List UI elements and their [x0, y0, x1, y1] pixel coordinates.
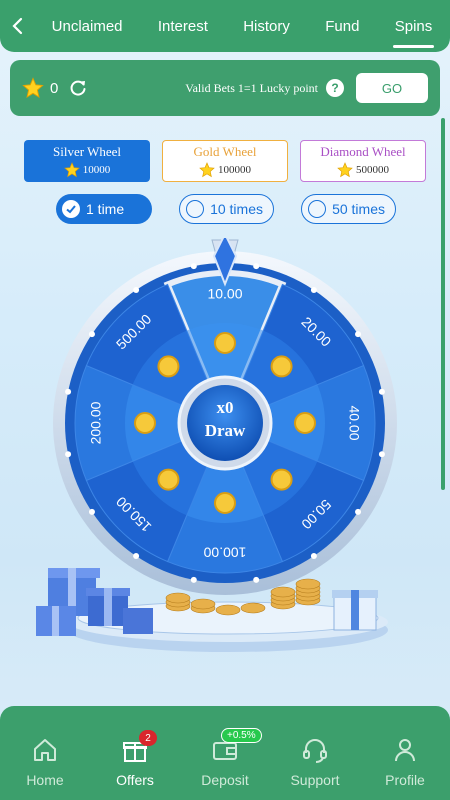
coin-icon [270, 468, 293, 491]
tab-spins[interactable]: Spins [389, 0, 439, 52]
headset-icon [303, 739, 327, 763]
wheel-stud [378, 388, 385, 395]
star-icon [337, 162, 353, 178]
tab-fund[interactable]: Fund [319, 0, 365, 52]
deposit-bonus-badge: +0.5% [221, 728, 262, 743]
coin-icon [157, 355, 180, 378]
coin-icon [214, 492, 236, 514]
draw-label: Draw [205, 421, 246, 440]
nav-home[interactable]: Home [5, 736, 85, 788]
back-button[interactable] [0, 0, 34, 52]
valid-bets-text: Valid Bets 1=1 Lucky point [185, 80, 318, 95]
wheel-type-name: Diamond Wheel [320, 144, 406, 159]
wheel-stud [133, 286, 140, 293]
wheel-stud [310, 553, 317, 560]
wheel-type-name: Gold Wheel [193, 144, 257, 159]
tab-history[interactable]: History [237, 0, 296, 52]
wheel-type-cost: 10000 [82, 164, 111, 176]
tab-interest[interactable]: Interest [152, 0, 214, 52]
wheel-segment-label: 100.00 [203, 544, 246, 560]
wheel-stud [355, 508, 362, 515]
wheel-stud [65, 451, 72, 458]
wheel-stud [190, 263, 197, 270]
lucky-points-bar: 0 Valid Bets 1=1 Lucky point ? GO [10, 60, 440, 116]
star-icon [199, 162, 215, 178]
star-icon [63, 162, 80, 178]
silver-wheel-option[interactable]: Silver Wheel 10000 [24, 140, 150, 182]
nav-label: Deposit [201, 772, 249, 788]
spin-50-times-option[interactable]: 50 times [301, 194, 396, 224]
nav-profile[interactable]: Profile [365, 736, 445, 788]
star-icon [22, 77, 44, 98]
wheel-type-cost: 100000 [218, 164, 251, 176]
diamond-wheel-option[interactable]: Diamond Wheel 500000 [300, 140, 426, 182]
wheel-type-name: Silver Wheel [53, 144, 121, 159]
spin-wheel: 10.0020.0040.0050.00100.00150.00200.0050… [53, 238, 397, 595]
wheel-stud [65, 388, 72, 395]
wheel-stud [133, 553, 140, 560]
nav-label: Profile [385, 772, 425, 788]
bottom-nav: Home 2 Offers +0.5% Deposit Support Prof… [0, 706, 450, 800]
spin-1-time-option[interactable]: 1 time [56, 194, 152, 224]
tab-unclaimed[interactable]: Unclaimed [46, 0, 129, 52]
go-button[interactable]: GO [356, 73, 428, 103]
nav-label: Home [26, 772, 64, 788]
wheel-stud [355, 331, 362, 338]
gold-wheel-option[interactable]: Gold Wheel 100000 [162, 140, 288, 182]
coin-icon [157, 468, 180, 491]
wheel-segment-label: 10.00 [207, 286, 242, 302]
top-tab-bar: Unclaimed Interest History Fund Spins [0, 0, 450, 52]
wheel-type-selector: Silver Wheel 10000 Gold Wheel 100000 Dia… [24, 140, 426, 182]
wheel-type-cost: 500000 [356, 164, 389, 176]
nav-label: Support [290, 772, 340, 788]
help-icon[interactable]: ? [326, 79, 344, 97]
wheel-stud [253, 263, 260, 270]
draw-button[interactable]: x0 Draw [177, 375, 273, 471]
wheel-segment-label: 40.00 [346, 405, 362, 440]
home-icon [34, 739, 56, 761]
check-icon [62, 200, 80, 218]
nav-label: Offers [116, 772, 154, 788]
draw-count: x0 [217, 398, 234, 417]
spin-times-label: 10 times [210, 201, 263, 217]
radio-icon [186, 200, 205, 218]
coin-icon [294, 412, 316, 434]
nav-offers[interactable]: 2 Offers [95, 730, 175, 788]
chevron-left-icon [12, 17, 23, 35]
wheel-segment-label: 200.00 [88, 401, 104, 444]
refresh-icon[interactable] [68, 78, 88, 98]
radio-icon [308, 200, 327, 218]
wheel-stud [310, 286, 317, 293]
user-icon [395, 739, 415, 762]
nav-support[interactable]: Support [275, 736, 355, 788]
nav-deposit[interactable]: +0.5% Deposit [185, 728, 265, 788]
spin-times-label: 50 times [332, 201, 385, 217]
spin-times-selector: 1 time 10 times 50 times [56, 194, 396, 224]
lucky-points-count: 0 [50, 79, 59, 97]
wheel-stud [378, 451, 385, 458]
wheel-stud [253, 576, 260, 583]
offers-badge: 2 [139, 730, 157, 746]
wheel-stud [190, 576, 197, 583]
spin-times-label: 1 time [86, 201, 125, 217]
coin-icon [214, 332, 236, 354]
wheel-stud [88, 331, 95, 338]
coin-icon [134, 412, 156, 434]
scrollbar[interactable] [441, 118, 445, 490]
coin-icon [270, 355, 293, 378]
spin-10-times-option[interactable]: 10 times [179, 194, 274, 224]
wheel-stud [88, 508, 95, 515]
